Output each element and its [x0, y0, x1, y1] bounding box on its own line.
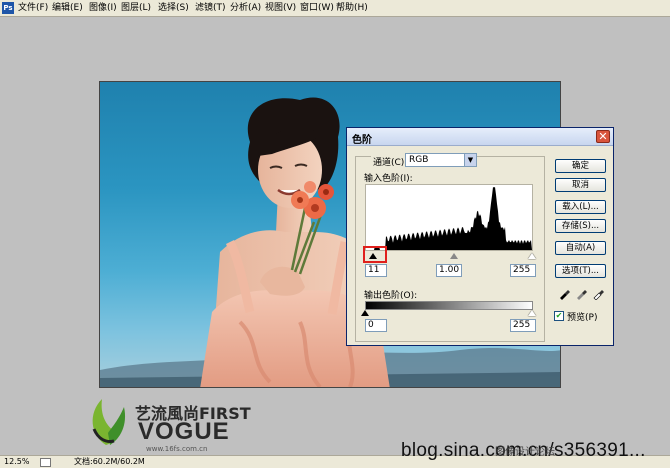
- input-white-slider[interactable]: [528, 253, 536, 259]
- menu-select[interactable]: 选择(S): [158, 2, 189, 14]
- auto-button[interactable]: 自动(A): [555, 241, 606, 255]
- vogue-leaf-logo-icon: [92, 399, 126, 445]
- close-icon[interactable]: ✕: [596, 130, 610, 143]
- channel-select-value: RGB: [409, 155, 429, 165]
- white-eyedropper-icon[interactable]: [592, 288, 604, 300]
- black-eyedropper-icon[interactable]: [558, 288, 570, 300]
- input-gamma-slider[interactable]: [450, 253, 458, 259]
- menu-layer[interactable]: 图层(L): [121, 2, 151, 14]
- preview-checkbox[interactable]: ✔: [554, 311, 564, 321]
- output-gradient-bar: [365, 301, 533, 310]
- histogram: [365, 184, 533, 251]
- ok-button[interactable]: 确定: [555, 159, 606, 173]
- load-button[interactable]: 载入(L)...: [555, 200, 606, 214]
- channel-label: 通道(C):: [371, 155, 410, 168]
- gray-eyedropper-icon[interactable]: [575, 288, 587, 300]
- output-black-slider[interactable]: [361, 310, 369, 316]
- brand-url-watermark: www.16fs.com.cn: [146, 445, 208, 453]
- input-levels-label: 输入色阶(I):: [364, 174, 413, 184]
- status-icon[interactable]: [40, 458, 51, 467]
- input-black-slider[interactable]: [369, 253, 377, 259]
- cancel-button[interactable]: 取消: [555, 178, 606, 192]
- output-white-slider[interactable]: [528, 310, 536, 316]
- input-gamma-field[interactable]: 1.00: [436, 264, 462, 277]
- menu-file[interactable]: 文件(F): [18, 2, 48, 14]
- dialog-titlebar[interactable]: 色阶 ✕: [347, 128, 613, 146]
- input-black-field[interactable]: 11: [365, 264, 387, 277]
- zoom-level[interactable]: 12.5%: [4, 456, 29, 468]
- channel-select[interactable]: RGB ▼: [405, 153, 477, 167]
- document-size: 文档:60.2M/60.2M: [74, 457, 145, 466]
- brand-vogue-watermark: VOGUE: [138, 418, 230, 445]
- menu-view[interactable]: 视图(V): [265, 2, 296, 14]
- menu-filter[interactable]: 滤镜(T): [195, 2, 226, 14]
- menu-help[interactable]: 帮助(H): [336, 2, 368, 14]
- input-white-field[interactable]: 255: [510, 264, 536, 277]
- chevron-down-icon[interactable]: ▼: [464, 154, 476, 166]
- options-button[interactable]: 选项(T)...: [555, 264, 606, 278]
- output-black-field[interactable]: 0: [365, 319, 387, 332]
- output-white-field[interactable]: 255: [510, 319, 536, 332]
- forum-watermark: 图像设计论坛: [495, 447, 555, 458]
- dialog-title: 色阶: [352, 135, 372, 146]
- preview-label: 预览(P): [567, 313, 598, 323]
- output-levels-label: 输出色阶(O):: [364, 291, 418, 301]
- menu-edit[interactable]: 编辑(E): [52, 2, 83, 14]
- levels-dialog: 色阶 ✕ 通道(C): RGB ▼ 输入色阶(I): 11 1.00 255 输…: [346, 127, 614, 346]
- menu-bar: Ps 文件(F) 编辑(E) 图像(I) 图层(L) 选择(S) 滤镜(T) 分…: [0, 0, 670, 17]
- menu-image[interactable]: 图像(I): [89, 2, 117, 14]
- histogram-graph: [366, 187, 532, 250]
- menu-window[interactable]: 窗口(W): [300, 2, 334, 14]
- photoshop-logo-icon: Ps: [2, 2, 14, 14]
- save-button[interactable]: 存储(S)...: [555, 219, 606, 233]
- menu-analysis[interactable]: 分析(A): [230, 2, 261, 14]
